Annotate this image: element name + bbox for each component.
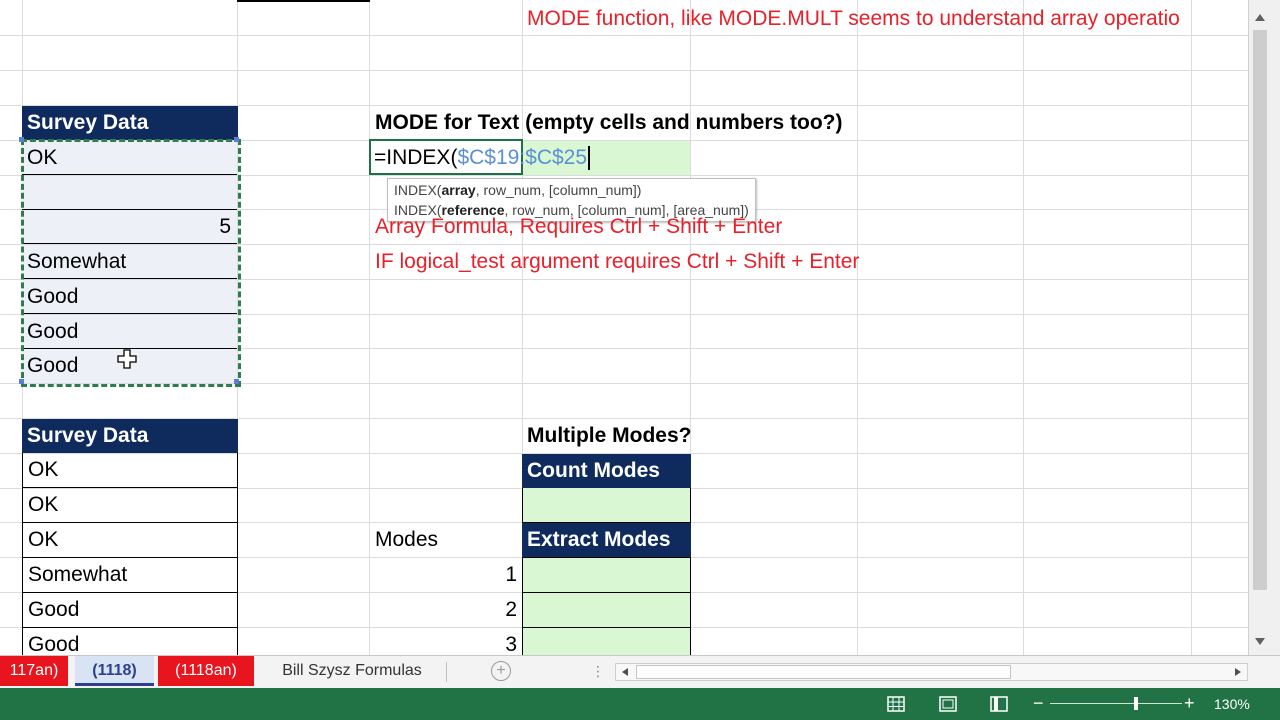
count-modes-header[interactable]: Count Modes: [522, 454, 691, 488]
table2-header[interactable]: Survey Data: [22, 419, 238, 453]
table2-cell[interactable]: Somewhat: [22, 558, 238, 593]
zoom-slider-thumb[interactable]: [1134, 697, 1138, 710]
range-handle[interactable]: [19, 137, 24, 142]
tooltip-fn: INDEX(: [394, 202, 442, 218]
tab-divider: [446, 662, 447, 682]
cell-cursor-icon: [117, 349, 137, 369]
horizontal-scrollbar[interactable]: [615, 663, 1248, 681]
zoom-level[interactable]: 130%: [1214, 696, 1250, 712]
tab-splitter-icon[interactable]: ⋮: [591, 661, 605, 681]
worksheet-grid[interactable]: MODE function, like MODE.MULT seems to u…: [0, 0, 1248, 655]
scroll-down-icon[interactable]: [1255, 638, 1265, 645]
range-handle[interactable]: [19, 379, 24, 384]
table2-cell[interactable]: OK: [22, 488, 238, 523]
tooltip-rest: , row_num, [column_num], [area_num]): [504, 202, 749, 218]
tooltip-fn: INDEX(: [394, 182, 442, 198]
tooltip-arg-array: array: [441, 182, 476, 198]
tooltip-arg-reference: reference: [441, 202, 505, 218]
table2-cell[interactable]: OK: [22, 523, 238, 558]
count-modes-cell[interactable]: [522, 488, 691, 523]
scroll-thumb[interactable]: [1253, 30, 1267, 590]
tooltip-line-1[interactable]: INDEX(array, row_num, [column_num]): [394, 180, 749, 200]
sheet-tab-active[interactable]: (1118): [75, 656, 154, 686]
formula-prefix: =INDEX(: [374, 146, 458, 169]
range-handle[interactable]: [234, 137, 239, 142]
zoom-out-icon[interactable]: −: [1033, 694, 1044, 712]
table2-cell[interactable]: Good: [22, 593, 238, 628]
sheet-tab[interactable]: 117an): [0, 656, 68, 686]
range-handle[interactable]: [234, 379, 239, 384]
zoom-in-icon[interactable]: +: [1184, 694, 1195, 712]
extract-mode-cell[interactable]: [522, 592, 691, 628]
mode-text-title: MODE for Text (empty cells and numbers t…: [375, 111, 843, 134]
note-top: MODE function, like MODE.MULT seems to u…: [527, 7, 1180, 30]
formula-range-ref: $C$19:$C$25: [457, 146, 588, 169]
zoom-slider-track[interactable]: [1050, 703, 1182, 704]
table1-header[interactable]: Survey Data: [22, 106, 238, 140]
h-scroll-thumb[interactable]: [636, 665, 1011, 679]
function-tooltip[interactable]: INDEX(array, row_num, [column_num]) INDE…: [387, 178, 756, 222]
new-sheet-icon[interactable]: +: [491, 661, 511, 681]
table2-cell[interactable]: OK: [22, 453, 238, 488]
cell-border: [237, 0, 370, 2]
extract-mode-cell[interactable]: [522, 557, 691, 593]
sheet-tab-bar: 117an) (1118) (1118an) Bill Szysz Formul…: [0, 655, 1280, 688]
modes-label: Modes: [375, 528, 439, 551]
scroll-up-icon[interactable]: [1255, 14, 1265, 21]
page-layout-view-icon[interactable]: [939, 696, 957, 712]
table2-cell[interactable]: Good: [22, 628, 238, 655]
scroll-left-icon[interactable]: [622, 668, 628, 676]
normal-view-icon[interactable]: [887, 696, 905, 712]
sheet-tab[interactable]: (1118an): [158, 656, 254, 686]
formula-edit-cell[interactable]: =INDEX($C$19:$C$25: [374, 141, 591, 175]
note-if-logical: IF logical_test argument requires Ctrl +…: [375, 250, 860, 273]
gridline: [0, 70, 1248, 71]
sheet-tab[interactable]: Bill Szysz Formulas: [262, 656, 442, 686]
scroll-right-icon[interactable]: [1235, 668, 1241, 676]
extract-mode-cell[interactable]: [522, 627, 691, 655]
text-caret: [588, 146, 591, 171]
extract-modes-header[interactable]: Extract Modes: [522, 523, 691, 557]
vertical-scrollbar[interactable]: [1248, 0, 1280, 655]
tooltip-rest: , row_num, [column_num]): [475, 182, 642, 198]
mode-number: 1: [505, 563, 517, 586]
mode-number: 3: [505, 633, 517, 655]
status-bar: − + 130%: [0, 688, 1280, 720]
multiple-modes-title: Multiple Modes?: [527, 424, 692, 447]
mode-number: 2: [505, 598, 517, 621]
page-break-view-icon[interactable]: [990, 696, 1008, 712]
